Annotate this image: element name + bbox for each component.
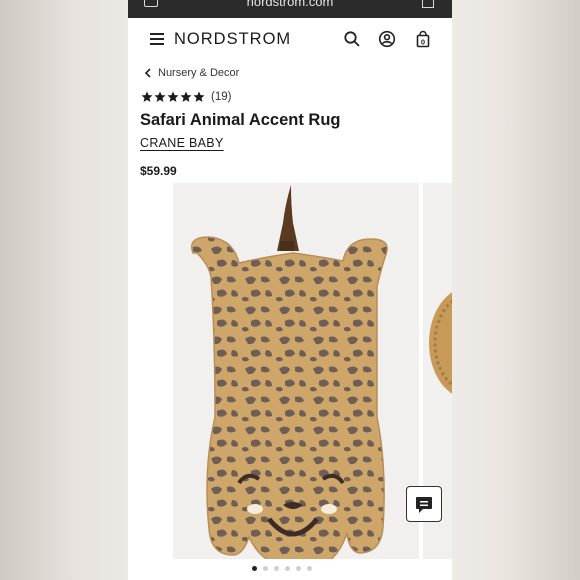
background-right [452,0,580,580]
hamburger-icon[interactable] [150,33,164,45]
url-text[interactable]: nordstrom.com [128,0,452,9]
product-rating[interactable]: (19) [141,91,231,103]
gallery-dot[interactable] [307,566,312,571]
shopping-bag-icon[interactable]: 0 [414,30,432,48]
gallery-dot[interactable] [296,566,301,571]
star-icon [180,91,192,102]
product-title: Safari Animal Accent Rug [140,111,341,129]
chevron-left-icon[interactable] [144,68,152,78]
star-icon [154,91,166,102]
site-header: NORDSTROM 0 [128,18,452,62]
background-left [0,0,128,580]
account-icon[interactable] [378,30,396,48]
site-logo[interactable]: NORDSTROM [174,30,291,49]
gallery-dot[interactable] [263,566,268,571]
gallery-dot[interactable] [252,566,257,571]
search-icon[interactable] [343,30,361,48]
bag-count: 0 [421,37,425,46]
breadcrumb-label[interactable]: Nursery & Decor [158,67,239,79]
gallery-pagination[interactable] [252,566,312,571]
phone-screen: nordstrom.com NORDSTROM 0 Nursery & Deco… [128,0,452,580]
star-icon [167,91,179,102]
chat-button[interactable] [406,486,442,522]
star-icon [141,91,153,102]
leopard-rug-image[interactable] [173,183,419,571]
product-image-gallery[interactable] [173,183,419,571]
browser-url-bar[interactable]: nordstrom.com [128,0,452,18]
star-rating [141,91,205,103]
star-icon [193,91,205,102]
gallery-dot[interactable] [285,566,290,571]
chat-icon [416,497,432,513]
product-price: $59.99 [140,164,177,178]
gallery-dot[interactable] [274,566,279,571]
review-count[interactable]: (19) [211,91,231,103]
brand-link[interactable]: CRANE BABY [140,136,224,150]
lock-icon [422,0,434,8]
breadcrumb[interactable]: Nursery & Decor [144,67,239,79]
